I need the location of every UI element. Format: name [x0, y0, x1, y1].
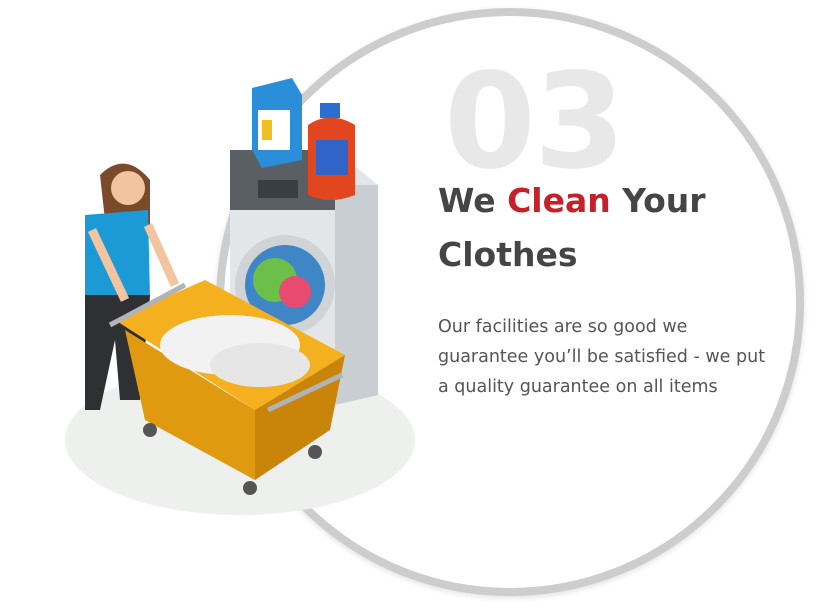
headline-accent: Clean	[507, 181, 611, 220]
description: Our facilities are so good we guarantee …	[438, 317, 766, 397]
step-number: 03	[444, 45, 626, 199]
detergent-box-icon	[252, 78, 302, 168]
headline: We Clean Your Clothes	[438, 174, 758, 282]
detergent-bottle-icon	[308, 103, 355, 200]
headline-part1: We	[438, 181, 508, 220]
laundry-illustration	[65, 78, 415, 515]
